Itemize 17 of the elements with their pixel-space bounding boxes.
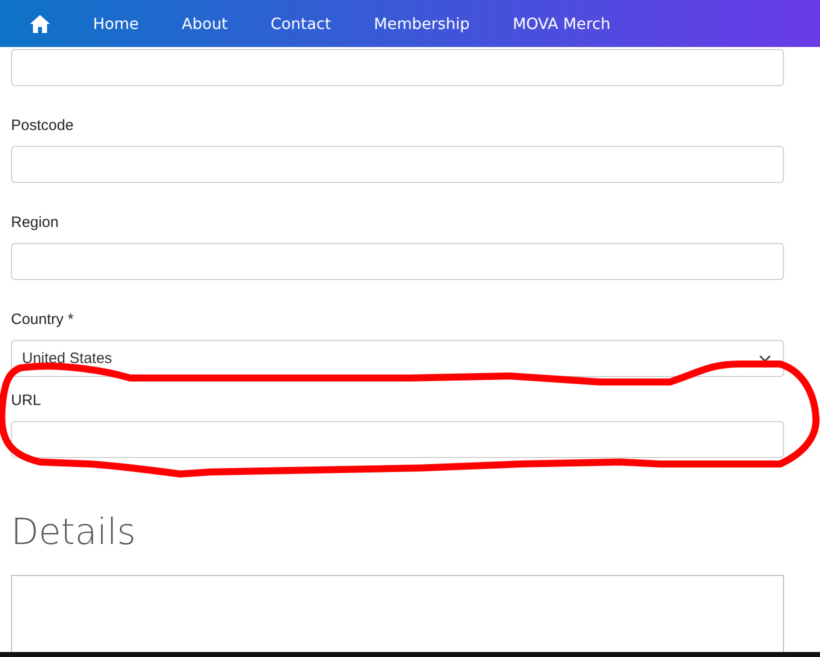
- field-label: Region: [11, 213, 60, 233]
- input-field[interactable]: [11, 49, 784, 86]
- nav-link[interactable]: Contact: [270, 14, 331, 32]
- nav-link[interactable]: MOVA Merch: [512, 14, 610, 32]
- chevron-icon: [759, 354, 771, 362]
- input-field[interactable]: [11, 146, 784, 183]
- field-label: URL: [11, 391, 42, 411]
- nav-link[interactable]: Membership: [374, 14, 470, 32]
- field-label: Postcode: [11, 116, 75, 136]
- section-heading: Details: [11, 512, 137, 553]
- field-label: Country *: [11, 310, 75, 330]
- input-field[interactable]: [11, 421, 784, 458]
- select-field[interactable]: United States: [11, 340, 784, 377]
- input-field[interactable]: [11, 243, 784, 280]
- home-icon[interactable]: [30, 14, 50, 32]
- nav-link[interactable]: About: [182, 14, 228, 32]
- nav-link[interactable]: Home: [93, 14, 139, 32]
